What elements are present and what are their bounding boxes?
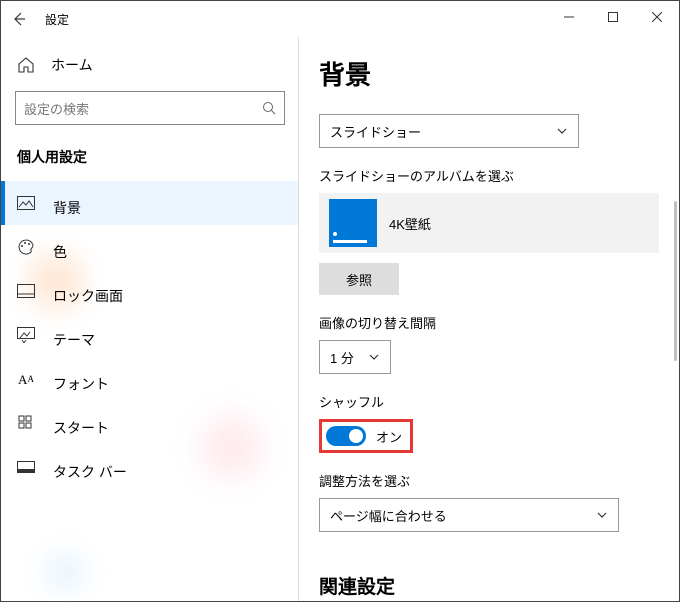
theme-icon [17, 326, 35, 344]
close-icon [652, 12, 662, 22]
toggle-state-text: オン [376, 427, 402, 446]
fit-label: 調整方法を選ぶ [319, 471, 659, 490]
sidebar-item-label: フォント [53, 374, 109, 394]
palette-icon [17, 238, 35, 256]
back-button[interactable] [9, 9, 29, 29]
album-name: 4K壁紙 [389, 214, 431, 233]
picture-icon [17, 194, 35, 212]
sidebar-item-taskbar[interactable]: タスク バー [1, 445, 299, 489]
sidebar-item-fonts[interactable]: AA フォント [1, 357, 299, 401]
shuffle-label: シャッフル [319, 392, 659, 411]
sidebar-item-label: テーマ [53, 330, 95, 350]
home-button[interactable]: ホーム [1, 37, 299, 87]
lock-screen-icon [17, 282, 35, 300]
minimize-icon [564, 12, 574, 22]
interval-label: 画像の切り替え間隔 [319, 313, 659, 332]
home-icon [17, 56, 35, 74]
font-icon: AA [17, 370, 35, 388]
scrollbar[interactable] [674, 201, 677, 361]
sidebar-item-background[interactable]: 背景 [1, 181, 299, 225]
arrow-left-icon [11, 11, 27, 27]
page-title: 背景 [319, 55, 659, 92]
combo-value: 1 分 [330, 348, 354, 367]
maximize-button[interactable] [591, 1, 635, 33]
content-panel: 背景 スライドショー スライドショーのアルバムを選ぶ 4K壁紙 参照 画像の切り… [299, 37, 679, 601]
sidebar-item-lock-screen[interactable]: ロック画面 [1, 269, 299, 313]
start-icon [17, 414, 35, 432]
sidebar-item-label: 色 [53, 242, 67, 262]
sidebar-item-colors[interactable]: 色 [1, 225, 299, 269]
album-label: スライドショーのアルバムを選ぶ [319, 166, 659, 185]
related-settings-heading: 関連設定 [319, 572, 659, 599]
fit-select[interactable]: ページ幅に合わせる [319, 498, 619, 532]
background-mode-select[interactable]: スライドショー [319, 114, 579, 148]
minimize-button[interactable] [547, 1, 591, 33]
window-controls [547, 1, 679, 33]
folder-thumb-icon [329, 199, 377, 247]
sidebar-item-themes[interactable]: テーマ [1, 313, 299, 357]
sidebar-item-label: タスク バー [53, 462, 127, 482]
interval-select[interactable]: 1 分 [319, 340, 391, 374]
combo-value: スライドショー [330, 122, 421, 141]
window-title: 設定 [45, 11, 69, 28]
sidebar-item-label: 背景 [53, 198, 81, 218]
search-icon [262, 101, 276, 115]
sidebar-item-label: ロック画面 [53, 286, 123, 306]
search-input[interactable]: 設定の検索 [15, 91, 285, 125]
browse-button[interactable]: 参照 [319, 263, 399, 295]
maximize-icon [608, 12, 618, 22]
taskbar-icon [17, 458, 35, 476]
chevron-down-icon [596, 509, 608, 521]
shuffle-toggle[interactable] [326, 426, 366, 446]
album-row[interactable]: 4K壁紙 [319, 193, 659, 253]
sidebar-item-label: スタート [53, 418, 109, 438]
combo-value: ページ幅に合わせる [330, 506, 447, 525]
sidebar-section-heading: 個人用設定 [1, 141, 299, 181]
sidebar-item-start[interactable]: スタート [1, 401, 299, 445]
close-button[interactable] [635, 1, 679, 33]
chevron-down-icon [368, 351, 380, 363]
shuffle-highlight-box: オン [319, 419, 413, 453]
home-label: ホーム [51, 55, 93, 75]
chevron-down-icon [556, 125, 568, 137]
sidebar: ホーム 設定の検索 個人用設定 背景 色 ロック画面 [1, 37, 299, 601]
search-placeholder: 設定の検索 [24, 99, 89, 118]
